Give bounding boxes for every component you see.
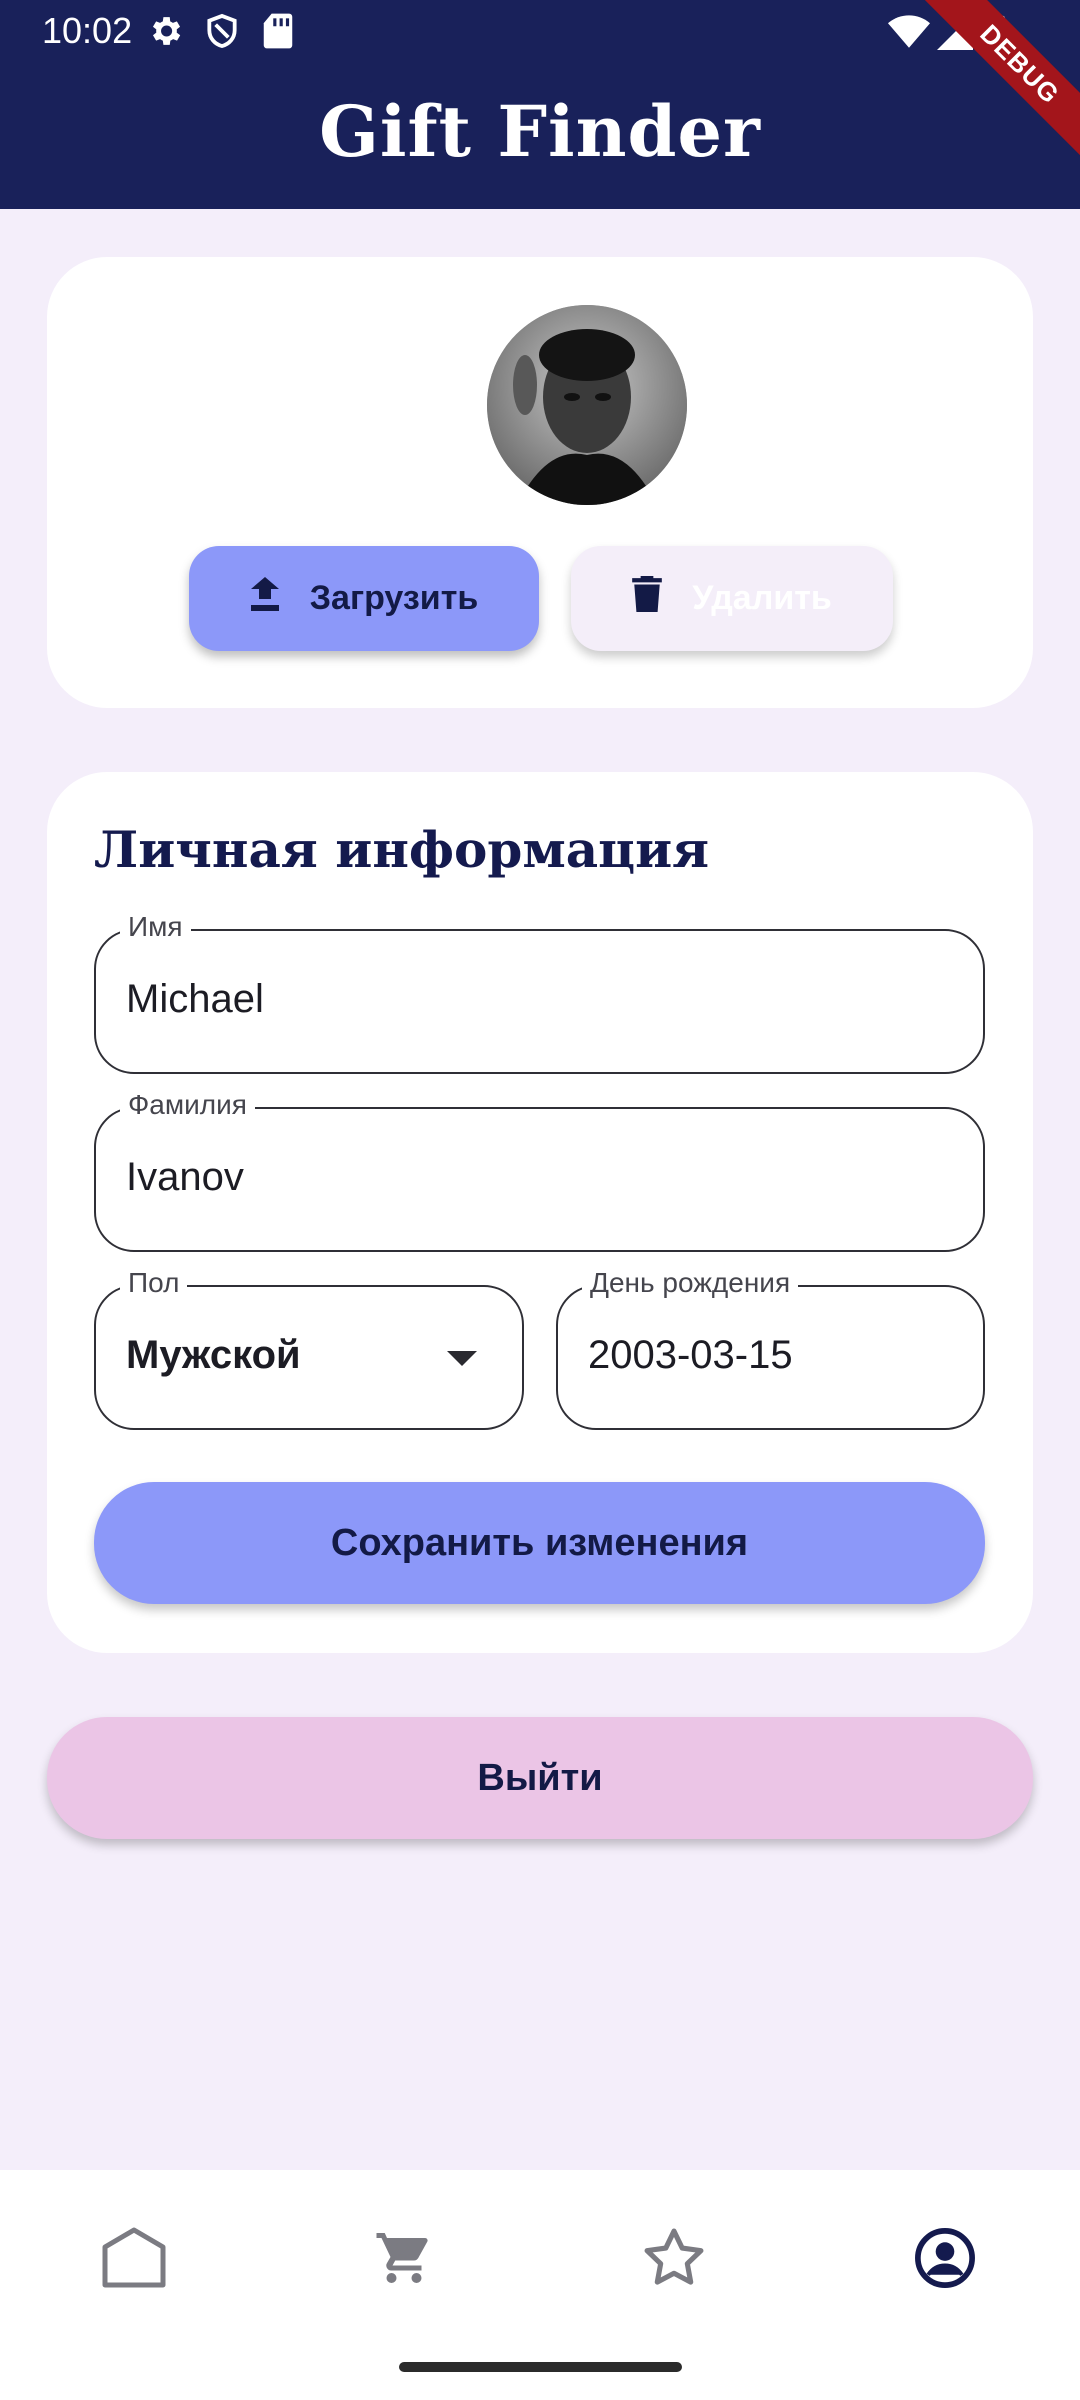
section-title: Личная информация [94, 820, 710, 879]
status-bar: 10:02 [0, 0, 1080, 64]
debug-banner: DEBUG [920, 0, 1080, 160]
birthday-field[interactable]: День рождения 2003-03-15 [556, 1267, 985, 1430]
dropdown-arrow-icon [447, 1351, 477, 1366]
profile-icon [914, 2227, 976, 2294]
upload-icon [250, 577, 280, 620]
status-time: 10:02 [42, 10, 133, 51]
nav-profile[interactable] [905, 2220, 985, 2300]
app-title: Gift Finder [319, 90, 761, 173]
nav-cart[interactable] [364, 2220, 444, 2300]
avatar-card: Загрузить Удалить [47, 257, 1033, 708]
avatar[interactable] [487, 305, 687, 505]
delete-button[interactable]: Удалить [571, 546, 893, 651]
upload-label: Загрузить [309, 579, 479, 617]
birthday-value: 2003-03-15 [588, 1333, 793, 1377]
logout-button[interactable]: Выйти [47, 1717, 1033, 1839]
star-icon [639, 2224, 709, 2297]
first-name-value: Michael [126, 977, 264, 1021]
debug-label: DEBUG [920, 0, 1080, 160]
nav-home[interactable] [94, 2220, 174, 2300]
first-name-field[interactable]: Имя Michael [94, 911, 985, 1074]
delete-label: Удалить [692, 579, 832, 617]
birthday-label: День рождения [582, 1267, 799, 1299]
sd-card-icon [262, 12, 294, 55]
app-bar: 10:02 Gift Finder DEBUG [0, 0, 1080, 209]
gender-value: Мужской [126, 1333, 301, 1377]
gender-label: Пол [120, 1267, 188, 1299]
nav-favorites[interactable] [634, 2220, 714, 2300]
last-name-label: Фамилия [120, 1089, 255, 1121]
upload-button[interactable]: Загрузить [189, 546, 539, 651]
home-indicator[interactable] [399, 2362, 682, 2372]
settings-icon [146, 12, 184, 55]
cart-icon [374, 2228, 434, 2293]
save-changes-button[interactable]: Сохранить изменения [94, 1482, 985, 1604]
personal-info-card: Личная информация Имя Michael Фамилия Iv… [47, 772, 1033, 1653]
last-name-value: Ivanov [126, 1155, 244, 1199]
shield-icon [203, 12, 241, 55]
gender-dropdown[interactable]: Пол Мужской [94, 1267, 524, 1430]
first-name-label: Имя [120, 911, 191, 943]
last-name-field[interactable]: Фамилия Ivanov [94, 1089, 985, 1252]
home-icon [99, 2225, 169, 2296]
trash-icon [632, 576, 663, 621]
